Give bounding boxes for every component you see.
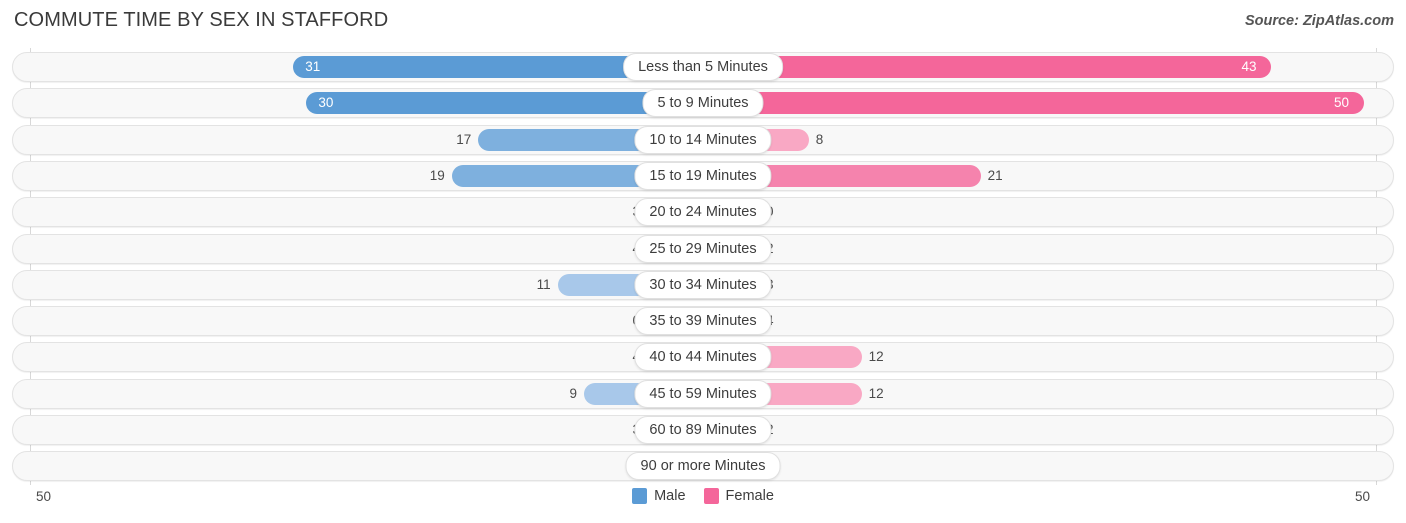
bar-value-female: 50 — [1334, 95, 1350, 111]
category-label: 20 to 24 Minutes — [634, 198, 772, 227]
category-label: 25 to 29 Minutes — [634, 234, 772, 263]
category-label: 60 to 89 Minutes — [634, 416, 772, 444]
chart-row: 3020 to 24 Minutes — [12, 197, 1394, 228]
chart-row: 30 50 5 to 9 Minutes — [12, 88, 1394, 119]
chart-row: 17 8 10 to 14 Minutes — [12, 124, 1394, 155]
legend-swatch-icon — [703, 488, 719, 504]
legend-swatch-icon — [632, 488, 648, 504]
page-title: COMMUTE TIME BY SEX IN STAFFORD — [14, 9, 389, 31]
legend-label: Male — [654, 488, 686, 504]
bar-value-male: 31 — [305, 59, 321, 74]
chart-row: 3260 to 89 Minutes — [12, 415, 1394, 445]
category-label: 5 to 9 Minutes — [642, 89, 764, 118]
category-label: 40 to 44 Minutes — [634, 343, 772, 372]
chart-row: 4225 to 29 Minutes — [12, 233, 1394, 264]
chart-row: 19 21 15 to 19 Minutes — [12, 160, 1394, 191]
bar-value-female: 8 — [815, 131, 824, 147]
category-label: 10 to 14 Minutes — [634, 125, 772, 154]
legend-label: Female — [725, 488, 774, 504]
chart-legend: Male Female — [0, 488, 1406, 504]
bar-value-male: 17 — [456, 131, 472, 147]
bar-value-female: 43 — [1241, 59, 1257, 74]
chart-row: 11330 to 34 Minutes — [12, 269, 1394, 300]
chart-row: 9 12 45 to 59 Minutes — [12, 378, 1394, 409]
bar-female — [703, 56, 1272, 78]
bar-value-male: 30 — [318, 95, 334, 111]
category-label: 35 to 39 Minutes — [634, 307, 772, 336]
legend-item[interactable]: Female — [703, 488, 774, 504]
category-label: 90 or more Minutes — [625, 452, 781, 481]
chart-row: 41240 to 44 Minutes — [12, 342, 1394, 373]
bar-value-female: 12 — [868, 349, 884, 365]
chart-row: 31 43 Less than 5 Minutes — [12, 52, 1394, 82]
bar-value-male: 9 — [569, 385, 578, 401]
chart-row: 0435 to 39 Minutes — [12, 306, 1394, 337]
chart-footer: 50 50 Male Female — [0, 485, 1406, 523]
category-label: 15 to 19 Minutes — [634, 161, 772, 190]
chart-row: 2390 or more Minutes — [12, 451, 1394, 482]
source-attribution: Source: ZipAtlas.com — [1244, 13, 1394, 29]
category-label: Less than 5 Minutes — [623, 53, 783, 81]
bar-value-female: 12 — [868, 385, 884, 401]
category-label: 45 to 59 Minutes — [634, 379, 772, 408]
bar-female — [703, 92, 1364, 115]
bar-value-female: 21 — [987, 167, 1003, 183]
bar-value-male: 11 — [536, 276, 551, 292]
bar-value-male: 19 — [429, 167, 445, 183]
chart-plot-area: 31 43 Less than 5 Minutes 30 50 5 to 9 Minute… — [0, 48, 1406, 485]
category-label: 30 to 34 Minutes — [634, 270, 772, 299]
legend-item[interactable]: Male — [632, 488, 686, 504]
